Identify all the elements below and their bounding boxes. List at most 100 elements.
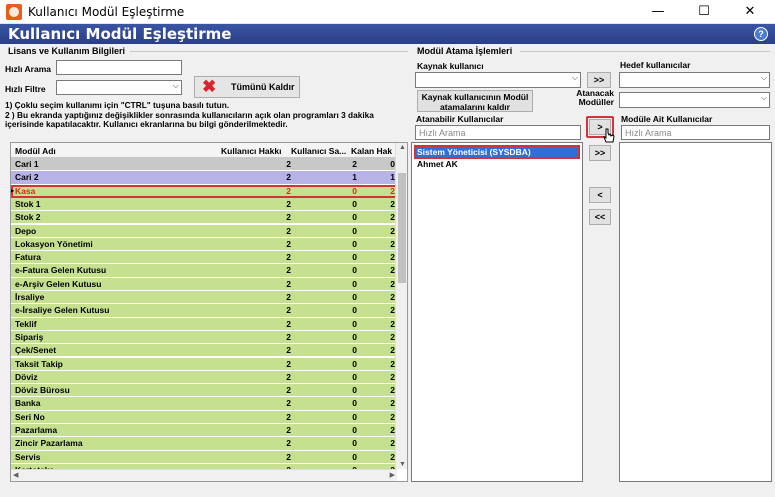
- cell-user-right: 2: [286, 159, 291, 169]
- table-row[interactable]: Cari 1220: [11, 158, 397, 172]
- cell-user-count: 0: [352, 451, 357, 462]
- cell-user-right: 2: [286, 185, 291, 196]
- cell-user-count: 0: [352, 385, 357, 396]
- cell-module-name: Pazarlama: [15, 425, 58, 435]
- table-row[interactable]: Döviz 2 0 2: [11, 370, 397, 385]
- maximize-button[interactable]: ☐: [681, 0, 727, 24]
- cell-user-right: 2: [286, 198, 291, 209]
- cell-user-right: 2: [286, 331, 291, 342]
- col-module-name[interactable]: Modül Adı: [15, 146, 56, 156]
- cell-module-name: Banka: [15, 398, 41, 409]
- cell-module-name: Sipariş: [15, 331, 44, 342]
- modules-to-assign-label: Atanacak Modüller: [568, 89, 614, 107]
- table-row[interactable]: İrsaliye 2 0 2: [11, 291, 397, 305]
- cell-user-count: 1: [352, 172, 357, 183]
- table-row[interactable]: Lokasyon Yönetimi 2 0 2: [11, 237, 397, 252]
- note-ctrl: 1) Çoklu seçim kullanımı için "CTRL" tuş…: [5, 100, 230, 110]
- target-users-select[interactable]: ⌵: [619, 72, 770, 88]
- cell-user-count: 0: [352, 212, 357, 223]
- list-item[interactable]: Sistem Yöneticisi (SYSDBA): [417, 147, 531, 157]
- quick-filter-label: Hızlı Filtre: [5, 84, 46, 94]
- scroll-down-icon[interactable]: ▼: [399, 461, 406, 468]
- assignment-group-title: Modül Atama İşlemleri: [417, 46, 513, 56]
- table-row[interactable]: Taksit Takip 2 0 2: [11, 357, 397, 371]
- table-row[interactable]: Seri No 2 0 2: [11, 410, 397, 424]
- table-row[interactable]: Çek/Senet 2 0 2: [11, 344, 397, 358]
- close-button[interactable]: ✕: [727, 0, 773, 24]
- grid-vertical-scrollbar[interactable]: ▲ ▼: [395, 143, 407, 469]
- grid-header: Modül Adı Kullanıcı Hakkı Kullanıcı Sa..…: [11, 143, 397, 158]
- move-all-right-button[interactable]: >>: [589, 145, 611, 161]
- cell-user-count: 2: [352, 159, 357, 169]
- quick-search-input[interactable]: [56, 60, 182, 75]
- assignable-search-input[interactable]: Hızlı Arama: [415, 125, 581, 140]
- module-users-search-input[interactable]: Hızlı Arama: [621, 125, 770, 140]
- table-row[interactable]: Döviz Bürosu 2 0 2: [11, 384, 397, 398]
- remove-source-assignments-button[interactable]: Kaynak kullanıcının Modül atamalarını ka…: [417, 90, 533, 112]
- table-row[interactable]: Stok 2202: [11, 211, 397, 225]
- col-remaining[interactable]: Kalan Hak: [351, 146, 392, 156]
- module-license-grid[interactable]: Modül Adı Kullanıcı Hakkı Kullanıcı Sa..…: [10, 142, 408, 482]
- table-row[interactable]: Sipariş 2 0 2: [11, 330, 397, 345]
- cell-module-name: e-Arşiv Gelen Kutusu: [15, 278, 102, 289]
- cell-user-count: 0: [352, 185, 357, 196]
- cell-module-name: Çek/Senet: [15, 345, 57, 356]
- clear-all-button[interactable]: ✖ Tümünü Kaldır: [194, 76, 300, 98]
- col-user-count[interactable]: Kullanıcı Sa...: [291, 146, 346, 156]
- cell-user-right: 2: [286, 252, 291, 263]
- scroll-up-icon[interactable]: ▲: [399, 144, 406, 151]
- move-all-left-button[interactable]: <<: [589, 209, 611, 225]
- help-icon[interactable]: ?: [754, 27, 768, 41]
- copy-source-button[interactable]: >>: [587, 72, 611, 88]
- scroll-right-icon[interactable]: ▶: [390, 471, 395, 479]
- move-one-left-button[interactable]: <: [589, 187, 611, 203]
- col-user-right[interactable]: Kullanıcı Hakkı: [221, 146, 281, 156]
- cell-module-name: e-Fatura Gelen Kutusu: [15, 265, 107, 276]
- source-user-select[interactable]: ⌵: [415, 72, 581, 88]
- quick-filter-select[interactable]: ⌵: [56, 80, 182, 95]
- list-item[interactable]: Ahmet AK: [417, 159, 458, 169]
- table-row[interactable]: Banka 2 0 2: [11, 397, 397, 411]
- cell-user-count: 0: [352, 438, 357, 449]
- module-users-list[interactable]: [619, 142, 772, 482]
- table-row[interactable]: Depo 2 0 2: [11, 224, 397, 238]
- assignable-search-placeholder: Hızlı Arama: [419, 128, 466, 138]
- table-row[interactable]: Cari 2211: [11, 171, 397, 185]
- cell-user-count: 0: [352, 358, 357, 369]
- header-banner: Kullanıcı Modül Eşleştirme ?: [0, 24, 775, 44]
- assignable-users-list[interactable]: Sistem Yöneticisi (SYSDBA) Ahmet AK: [411, 142, 583, 482]
- table-row[interactable]: e-Arşiv Gelen Kutusu 2 0 2: [11, 277, 397, 291]
- red-x-icon: ✖: [202, 77, 217, 96]
- table-row[interactable]: e-İrsaliye Gelen Kutusu 2 0 2: [11, 304, 397, 318]
- table-row[interactable]: e-Fatura Gelen Kutusu 2 0 2: [11, 264, 397, 278]
- cell-module-name: Lokasyon Yönetimi: [15, 238, 93, 249]
- cell-user-right: 2: [286, 265, 291, 276]
- page-title: Kullanıcı Modül Eşleştirme: [8, 25, 232, 43]
- scroll-left-icon[interactable]: ◀: [13, 471, 18, 479]
- cell-module-name: Taksit Takip: [15, 358, 63, 369]
- cell-user-right: 2: [286, 345, 291, 356]
- cell-user-right: 2: [286, 305, 291, 316]
- grid-horizontal-scrollbar[interactable]: ◀ ▶: [11, 469, 397, 481]
- table-row[interactable]: Kasa 2 0 2 ▸: [11, 184, 397, 198]
- scroll-thumb[interactable]: [398, 173, 406, 283]
- modules-to-assign-select[interactable]: ⌵: [619, 92, 770, 108]
- table-row[interactable]: Servis 2 0 2: [11, 450, 397, 464]
- table-row[interactable]: Zincir Pazarlama 2 0 2: [11, 437, 397, 451]
- divider: [520, 51, 770, 52]
- cell-user-right: 2: [286, 438, 291, 449]
- cell-user-count: 0: [352, 411, 357, 422]
- cell-module-name: İrsaliye: [15, 292, 45, 302]
- window-title: Kullanıcı Modül Eşleştirme: [28, 5, 185, 19]
- modules-to-assign-line2: Modüller: [578, 97, 614, 107]
- cell-user-count: 0: [352, 371, 357, 382]
- cell-user-count: 0: [352, 252, 357, 263]
- minimize-button[interactable]: —: [635, 0, 681, 24]
- cell-user-count: 0: [352, 398, 357, 409]
- table-row[interactable]: Pazarlama 2 0 2: [11, 424, 397, 438]
- chevron-down-icon: ⌵: [172, 81, 179, 90]
- table-row[interactable]: Stok 1202: [11, 197, 397, 212]
- table-row[interactable]: Teklif 2 0 2: [11, 317, 397, 331]
- cell-module-name: Seri No: [15, 411, 45, 422]
- table-row[interactable]: Fatura 2 0 2: [11, 251, 397, 265]
